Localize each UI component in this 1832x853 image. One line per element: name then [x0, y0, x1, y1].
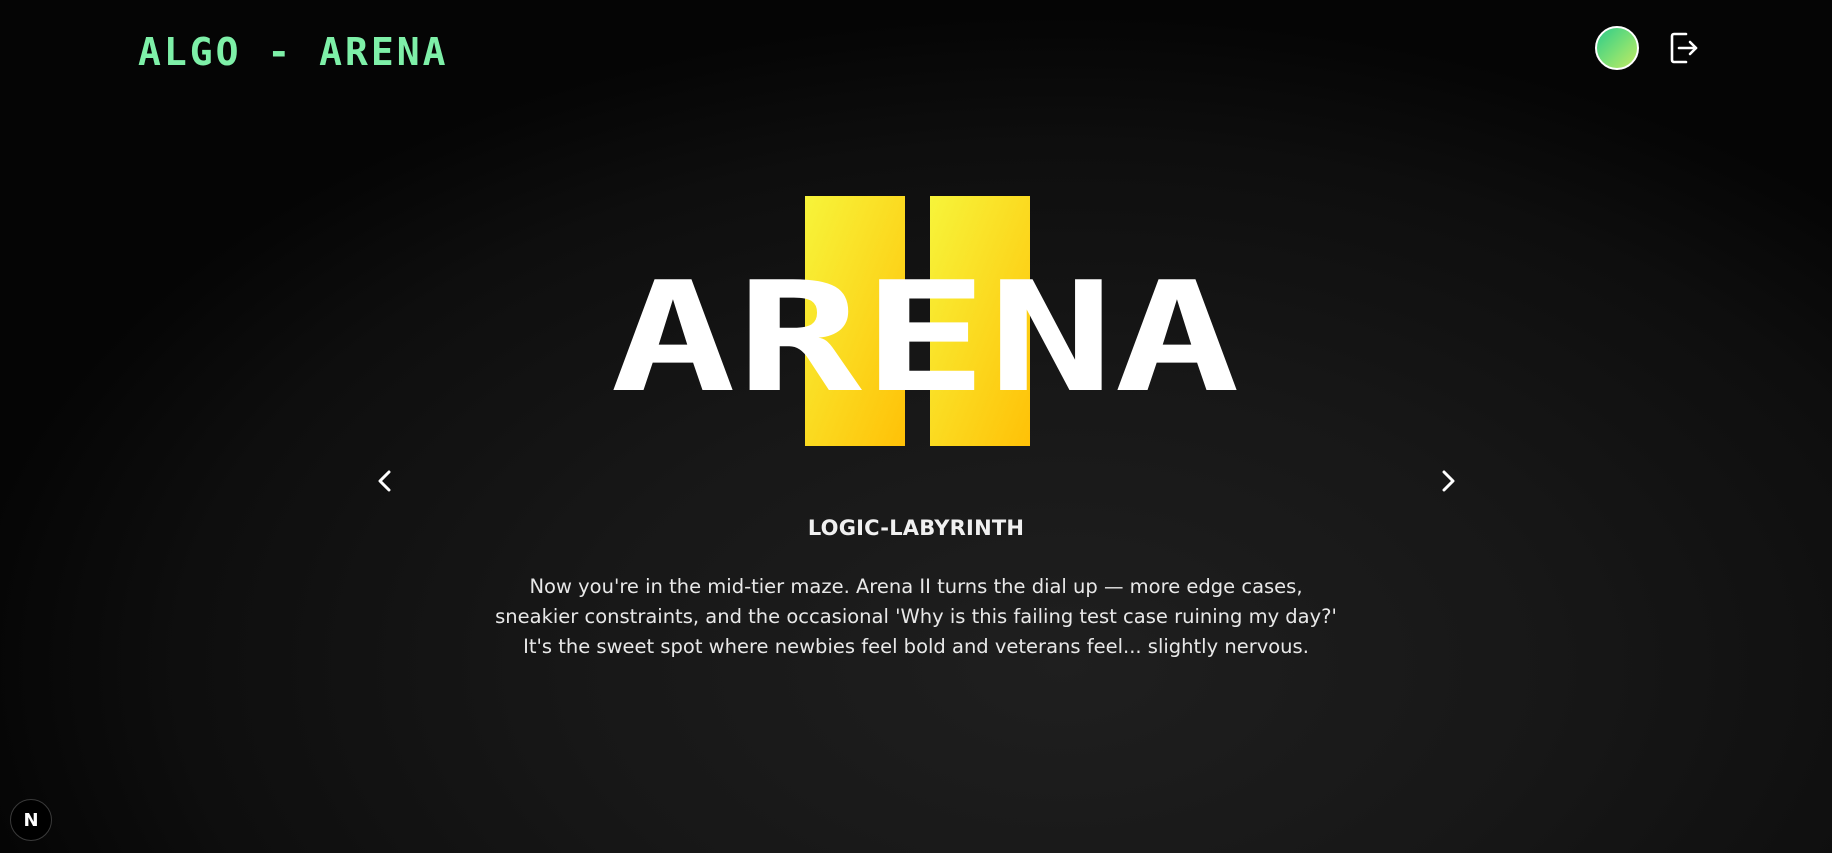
user-avatar[interactable] [1595, 26, 1639, 70]
arena-description: Now you're in the mid-tier maze. Arena I… [495, 575, 1337, 658]
chevron-left-icon [378, 470, 391, 492]
carousel-next-button[interactable] [1430, 463, 1466, 499]
arena-hero-graphic: ARENA [600, 190, 1250, 460]
logout-icon[interactable] [1668, 30, 1700, 66]
dev-tools-badge[interactable]: N [10, 799, 52, 841]
hero-title: ARENA [610, 249, 1240, 426]
carousel-prev-button[interactable] [367, 463, 403, 499]
arena-name: LOGIC-LABYRINTH [807, 516, 1025, 540]
chevron-right-icon [1442, 470, 1455, 492]
app-logo[interactable]: ALGO - ARENA [138, 32, 449, 72]
arena-title-art: ARENA [610, 196, 1240, 446]
